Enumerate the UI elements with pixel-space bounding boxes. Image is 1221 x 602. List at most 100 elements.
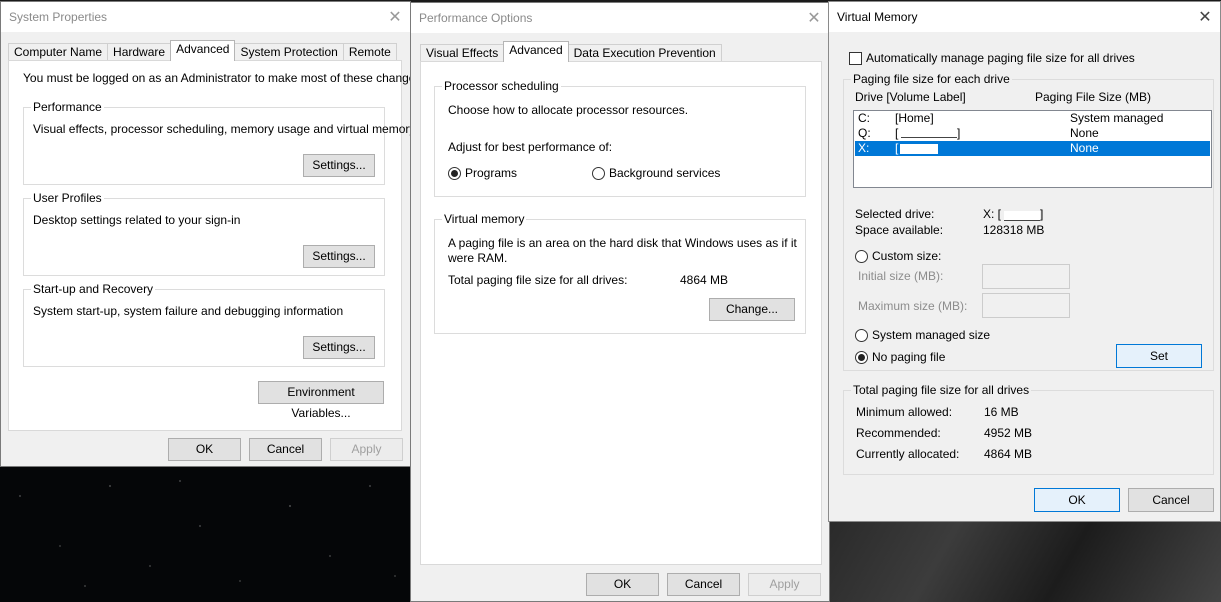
no-paging-file-radio[interactable]: No paging file	[855, 350, 945, 364]
environment-variables-button[interactable]: Environment Variables...	[258, 381, 384, 420]
space-available-value: 128318 MB	[983, 223, 1045, 237]
no-paging-file-label: No paging file	[872, 350, 946, 364]
tab-data-execution-prevention[interactable]: Data Execution Prevention	[567, 44, 722, 62]
performance-options-titlebar[interactable]: Performance Options ✕	[411, 3, 829, 33]
close-icon[interactable]: ✕	[380, 2, 410, 32]
paging-each-drive-group: Paging file size for each drive Drive [V…	[843, 72, 1214, 371]
system-properties-cancel-button[interactable]: Cancel	[249, 438, 322, 461]
total-paging-label: Total paging file size for all drives:	[448, 273, 628, 287]
processor-scheduling-desc: Choose how to allocate processor resourc…	[448, 103, 689, 117]
initial-size-input[interactable]	[982, 264, 1070, 289]
drive-row-x[interactable]: X: [ None	[855, 141, 1210, 156]
virtual-memory-desc-line1: A paging file is an area on the hard dis…	[448, 236, 797, 250]
drive-size: None	[1070, 126, 1099, 140]
close-icon[interactable]: ✕	[1190, 2, 1220, 32]
window-title: System Properties	[9, 10, 108, 24]
auto-manage-checkbox[interactable]: Automatically manage paging file size fo…	[849, 51, 1135, 65]
tab-remote[interactable]: Remote	[342, 43, 397, 61]
performance-options-ok-button[interactable]: OK	[586, 573, 659, 596]
user-profiles-settings-button[interactable]: Settings...	[303, 245, 375, 268]
checkbox-box	[849, 51, 862, 65]
totals-label: Total paging file size for all drives	[851, 383, 1032, 397]
advanced-tab-panel: Processor scheduling Choose how to alloc…	[420, 61, 822, 565]
virtual-memory-ok-button[interactable]: OK	[1034, 488, 1120, 512]
tab-system-protection[interactable]: System Protection	[234, 43, 344, 61]
background-services-radio[interactable]: Background services	[592, 166, 720, 180]
performance-options-tabs: Visual Effects Advanced Data Execution P…	[420, 41, 722, 62]
drive-list[interactable]: C: [Home] System managed Q: [ ] None X: …	[853, 110, 1212, 188]
system-properties-tabs: Computer Name Hardware Advanced System P…	[8, 40, 397, 61]
maximum-size-input[interactable]	[982, 293, 1070, 318]
radio-dot	[855, 249, 868, 263]
col-size-header: Paging File Size (MB)	[1035, 90, 1152, 104]
drive-label-close: ]	[957, 126, 961, 140]
paging-each-drive-label: Paging file size for each drive	[851, 72, 1012, 86]
selected-drive-close: ]	[1040, 207, 1044, 221]
performance-options-window: Performance Options ✕ Visual Effects Adv…	[410, 2, 830, 602]
desktop-wallpaper-right	[828, 522, 1221, 602]
admin-note: You must be logged on as an Administrato…	[23, 71, 425, 85]
background-services-label: Background services	[609, 166, 721, 180]
tab-advanced[interactable]: Advanced	[170, 40, 236, 61]
drive-row-c[interactable]: C: [Home] System managed	[855, 111, 1210, 126]
tab-visual-effects[interactable]: Visual Effects	[420, 44, 505, 62]
radio-dot	[592, 166, 605, 180]
drive-row-q[interactable]: Q: [ ] None	[855, 126, 1210, 141]
drive-size: None	[1070, 141, 1099, 155]
startup-recovery-group: Start-up and Recovery System start-up, s…	[23, 282, 385, 367]
custom-size-radio[interactable]: Custom size:	[855, 249, 941, 263]
currently-allocated-label: Currently allocated:	[856, 447, 960, 461]
drive-size: System managed	[1070, 111, 1164, 125]
drive-letter: C:	[858, 111, 870, 125]
startup-recovery-settings-button[interactable]: Settings...	[303, 336, 375, 359]
adjust-for-label: Adjust for best performance of:	[448, 140, 613, 154]
close-icon[interactable]: ✕	[799, 3, 829, 33]
col-drive-header: Drive [Volume Label]	[855, 90, 966, 104]
system-properties-apply-button[interactable]: Apply	[330, 438, 403, 461]
minimum-allowed-label: Minimum allowed:	[856, 405, 953, 419]
auto-manage-label: Automatically manage paging file size fo…	[866, 51, 1135, 65]
virtual-memory-desc-line2: were RAM.	[448, 251, 508, 265]
set-button[interactable]: Set	[1116, 344, 1202, 368]
system-managed-radio[interactable]: System managed size	[855, 328, 990, 342]
startup-recovery-desc: System start-up, system failure and debu…	[33, 304, 344, 318]
space-available-label: Space available:	[855, 223, 944, 237]
redacted-volume-label	[901, 128, 957, 138]
radio-dot	[448, 166, 461, 180]
totals-group: Total paging file size for all drives Mi…	[843, 383, 1214, 475]
virtual-memory-titlebar[interactable]: Virtual Memory ✕	[829, 2, 1220, 32]
drive-label-open: [	[895, 141, 899, 155]
selected-drive-label: Selected drive:	[855, 207, 935, 221]
recommended-value: 4952 MB	[984, 426, 1033, 440]
desktop-wallpaper	[0, 466, 410, 602]
radio-dot	[855, 328, 868, 342]
tab-hardware[interactable]: Hardware	[107, 43, 172, 61]
virtual-memory-cancel-button[interactable]: Cancel	[1128, 488, 1214, 512]
performance-settings-button[interactable]: Settings...	[303, 154, 375, 177]
virtual-memory-window: Virtual Memory ✕ Automatically manage pa…	[828, 1, 1221, 522]
user-profiles-label: User Profiles	[31, 191, 104, 205]
advanced-tab-panel: You must be logged on as an Administrato…	[8, 60, 425, 431]
processor-scheduling-group: Processor scheduling Choose how to alloc…	[434, 79, 806, 197]
currently-allocated-value: 4864 MB	[984, 447, 1033, 461]
initial-size-label: Initial size (MB):	[858, 269, 944, 283]
system-properties-window: System Properties ✕ Computer Name Hardwa…	[0, 1, 425, 467]
window-title: Performance Options	[419, 11, 533, 25]
drive-label: [Home]	[895, 111, 934, 125]
programs-radio[interactable]: Programs	[448, 166, 517, 180]
programs-label: Programs	[465, 166, 518, 180]
drive-label-open: [	[895, 126, 899, 140]
processor-scheduling-label: Processor scheduling	[442, 79, 561, 93]
performance-options-apply-button[interactable]: Apply	[748, 573, 821, 596]
total-paging-value: 4864 MB	[680, 273, 729, 287]
system-properties-titlebar[interactable]: System Properties ✕	[1, 2, 410, 32]
tab-advanced[interactable]: Advanced	[503, 41, 569, 62]
user-profiles-desc: Desktop settings related to your sign-in	[33, 213, 241, 227]
maximum-size-label: Maximum size (MB):	[858, 299, 968, 313]
change-button[interactable]: Change...	[709, 298, 795, 321]
system-managed-label: System managed size	[872, 328, 991, 342]
performance-options-cancel-button[interactable]: Cancel	[667, 573, 740, 596]
tab-computer-name[interactable]: Computer Name	[8, 43, 109, 61]
system-properties-ok-button[interactable]: OK	[168, 438, 241, 461]
redacted-selected-label	[1004, 211, 1040, 221]
